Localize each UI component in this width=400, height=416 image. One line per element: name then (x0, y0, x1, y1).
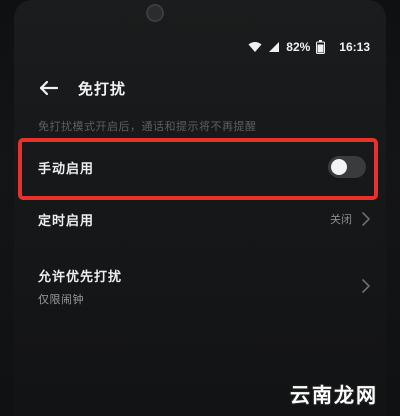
chevron-right-icon (362, 279, 370, 293)
battery-percent: 82% (286, 40, 311, 54)
watermark: 云南龙网 (290, 383, 378, 407)
allow-priority-text: 允许优先打扰 仅限闹钟 (38, 266, 122, 307)
chevron-right-icon (362, 212, 370, 226)
battery-icon (316, 40, 326, 54)
status-bar: 82% 16:13 (248, 38, 370, 56)
allow-priority-label: 允许优先打扰 (38, 269, 123, 285)
scheduled-enable-row[interactable]: 定时启用 关闭 (38, 206, 370, 232)
header: 免打扰 (38, 74, 126, 102)
allow-priority-sub: 仅限闹钟 (38, 292, 84, 306)
arrow-left-icon[interactable] (38, 77, 60, 99)
allow-priority-row[interactable]: 允许优先打扰 仅限闹钟 (38, 266, 370, 306)
screen: 82% 16:13 免打扰 免打扰模式开启后，通话和提示将不再提醒 手动启用 定… (14, 0, 386, 416)
clock: 16:13 (339, 40, 370, 54)
front-camera (146, 4, 164, 22)
signal-icon (268, 41, 280, 53)
highlight-box (18, 138, 378, 200)
mode-description: 免打扰模式开启后，通话和提示将不再提醒 (38, 120, 257, 133)
wifi-icon (248, 41, 262, 53)
scheduled-enable-value: 关闭 (330, 213, 352, 226)
page-title: 免打扰 (78, 79, 127, 98)
phone-frame: 82% 16:13 免打扰 免打扰模式开启后，通话和提示将不再提醒 手动启用 定… (0, 0, 400, 416)
scheduled-enable-label: 定时启用 (38, 213, 95, 229)
